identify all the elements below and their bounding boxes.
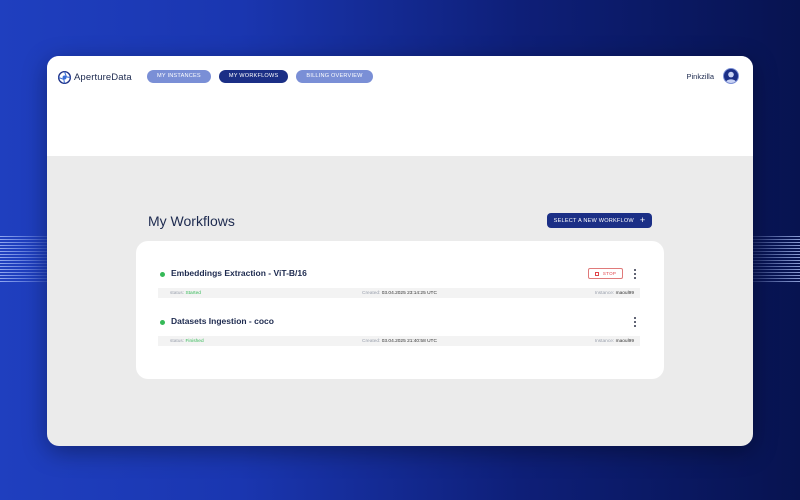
more-options-icon[interactable]: [632, 317, 638, 327]
workflow-meta: status: Finished Created: 03.04.2025 21:…: [158, 336, 640, 346]
workflow-status: status: Started: [170, 291, 201, 296]
created-value: 03.04.2025 21:40:58 UTC: [381, 338, 437, 344]
instance-label: Instance:: [594, 338, 615, 344]
nav-my-instances[interactable]: MY INSTANCES: [147, 70, 211, 83]
top-bar: ApertureData MY INSTANCES MY WORKFLOWS B…: [47, 56, 753, 156]
workflow-meta: status: Started Created: 03.04.2025 23:1…: [158, 288, 640, 298]
main-nav: MY INSTANCES MY WORKFLOWS BILLING OVERVI…: [147, 70, 373, 83]
status-label: status:: [170, 338, 185, 344]
nav-billing-overview[interactable]: BILLING OVERVIEW: [296, 70, 373, 83]
aperture-logo-icon: [58, 70, 71, 84]
workflow-created: Created: 03.04.2025 21:40:58 UTC: [362, 339, 437, 344]
workflow-header: Embeddings Extraction - ViT-B/16 STOP: [158, 266, 640, 284]
workflow-instance: Instance: maoul99: [595, 339, 634, 344]
workflow-header: Datasets Ingestion - coco: [158, 314, 640, 332]
workflow-status: status: Finished: [170, 339, 204, 344]
workflow-title: Datasets Ingestion - coco: [171, 316, 274, 326]
select-new-workflow-button[interactable]: SELECT A NEW WORKFLOW +: [547, 213, 652, 228]
nav-my-workflows[interactable]: MY WORKFLOWS: [218, 70, 289, 83]
created-value: 03.04.2025 23:14:25 UTC: [381, 290, 437, 296]
brand-name: ApertureData: [74, 71, 132, 83]
status-label: status:: [170, 290, 185, 296]
user-menu[interactable]: Pinkzilla: [686, 68, 739, 84]
created-label: Created:: [362, 290, 381, 296]
select-new-workflow-label: SELECT A NEW WORKFLOW: [553, 217, 634, 224]
stop-button[interactable]: STOP: [588, 268, 623, 279]
workflow-item[interactable]: Embeddings Extraction - ViT-B/16 STOP st…: [158, 266, 640, 298]
workflow-instance: Instance: maoul99: [595, 291, 634, 296]
stop-label: STOP: [602, 271, 617, 276]
avatar-icon[interactable]: [723, 68, 739, 84]
status-value: Finished: [185, 338, 204, 344]
plus-icon: +: [639, 215, 646, 225]
workflow-created: Created: 03.04.2025 23:14:25 UTC: [362, 291, 437, 296]
instance-value: maoul99: [615, 338, 634, 344]
workflow-title: Embeddings Extraction - ViT-B/16: [171, 268, 307, 278]
more-options-icon[interactable]: [632, 269, 638, 279]
status-value: Started: [185, 290, 201, 296]
workflow-item[interactable]: Datasets Ingestion - coco status: Finish…: [158, 314, 640, 346]
status-dot-icon: [160, 272, 165, 277]
app-window: ApertureData MY INSTANCES MY WORKFLOWS B…: [47, 56, 753, 446]
created-label: Created:: [362, 338, 381, 344]
workflows-card: Embeddings Extraction - ViT-B/16 STOP st…: [136, 241, 664, 379]
page-title: My Workflows: [148, 213, 235, 229]
user-name: Pinkzilla: [686, 71, 714, 81]
status-dot-icon: [160, 320, 165, 325]
instance-value: maoul99: [615, 290, 634, 296]
instance-label: Instance:: [594, 290, 615, 296]
stop-icon: [594, 271, 599, 276]
brand-logo[interactable]: ApertureData: [58, 69, 132, 85]
